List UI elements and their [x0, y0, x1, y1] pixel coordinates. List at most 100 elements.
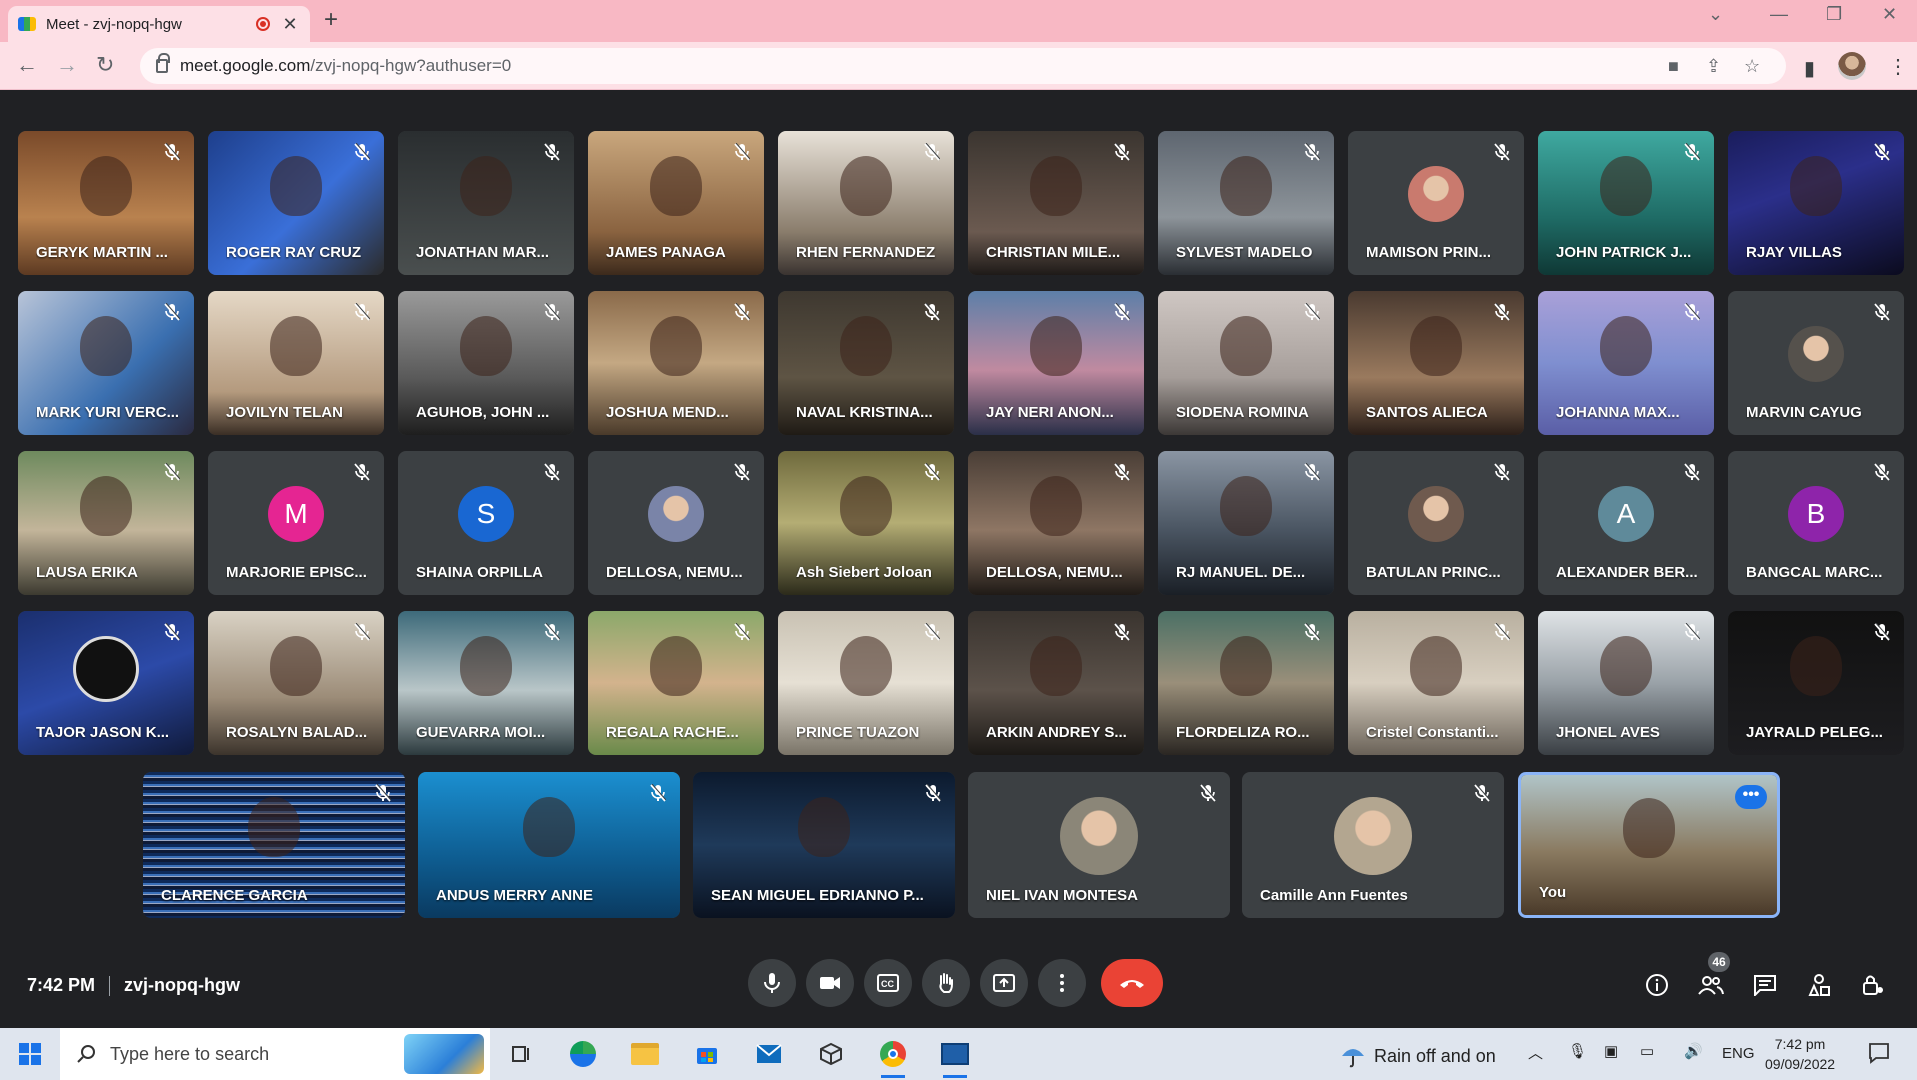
- close-tab-icon[interactable]: ✕: [280, 14, 300, 35]
- weather-widget[interactable]: Rain off and on: [1340, 1044, 1496, 1068]
- participant-tile[interactable]: ROSALYN BALAD...: [208, 611, 384, 755]
- participant-tile[interactable]: MARK YURI VERC...: [18, 291, 194, 435]
- edge-icon[interactable]: [567, 1038, 599, 1070]
- participant-tile[interactable]: NAVAL KRISTINA...: [778, 291, 954, 435]
- people-button[interactable]: [1697, 971, 1725, 999]
- taskbar-search-box[interactable]: Type here to search: [60, 1028, 490, 1080]
- participant-tile[interactable]: GUEVARRA MOI...: [398, 611, 574, 755]
- volume-icon[interactable]: 🔊: [1684, 1042, 1703, 1060]
- participant-tile[interactable]: A ALEXANDER BER...: [1538, 451, 1714, 595]
- participant-tile[interactable]: MARVIN CAYUG: [1728, 291, 1904, 435]
- participant-tile[interactable]: Ash Siebert Joloan: [778, 451, 954, 595]
- participant-tile[interactable]: DELLOSA, NEMU...: [588, 451, 764, 595]
- profile-avatar[interactable]: [1838, 52, 1866, 80]
- microphone-button[interactable]: [748, 959, 796, 1007]
- participant-tile[interactable]: JOHANNA MAX...: [1538, 291, 1714, 435]
- side-panel-icon[interactable]: ▮: [1804, 56, 1815, 81]
- taskbar-clock[interactable]: 7:42 pm 09/09/2022: [1765, 1034, 1835, 1074]
- participant-tile[interactable]: DELLOSA, NEMU...: [968, 451, 1144, 595]
- participant-tile[interactable]: JHONEL AVES: [1538, 611, 1714, 755]
- mail-icon[interactable]: [753, 1038, 785, 1070]
- browser-tab[interactable]: Meet - zvj-nopq-hgw ✕: [8, 6, 310, 42]
- participant-tile[interactable]: PRINCE TUAZON: [778, 611, 954, 755]
- participant-tile[interactable]: JOHN PATRICK J...: [1538, 131, 1714, 275]
- participant-tile[interactable]: CLARENCE GARCIA: [143, 772, 405, 918]
- muted-mic-icon: [924, 302, 941, 321]
- participant-tile[interactable]: ANDUS MERRY ANNE: [418, 772, 680, 918]
- participant-tile[interactable]: Cristel Constanti...: [1348, 611, 1524, 755]
- show-hidden-icons-chevron-icon[interactable]: ︿: [1528, 1042, 1543, 1063]
- close-window-button[interactable]: ✕: [1882, 4, 1897, 25]
- participant-tile[interactable]: SIODENA ROMINA: [1158, 291, 1334, 435]
- participant-tile[interactable]: REGALA RACHE...: [588, 611, 764, 755]
- host-controls-button[interactable]: [1859, 971, 1887, 999]
- participant-tile[interactable]: JAY NERI ANON...: [968, 291, 1144, 435]
- activities-button[interactable]: [1805, 971, 1833, 999]
- participant-name: BANGCAL MARC...: [1746, 564, 1883, 581]
- back-button[interactable]: ←: [16, 52, 38, 78]
- network-icon[interactable]: ▣: [1604, 1042, 1618, 1060]
- chat-button[interactable]: [1751, 971, 1779, 999]
- task-view-icon[interactable]: [505, 1038, 537, 1070]
- file-explorer-icon[interactable]: [629, 1038, 661, 1070]
- participant-tile[interactable]: M MARJORIE EPISC...: [208, 451, 384, 595]
- participant-tile[interactable]: JONATHAN MAR...: [398, 131, 574, 275]
- camera-in-use-icon[interactable]: ■: [1668, 56, 1679, 77]
- search-highlight-icon[interactable]: [404, 1034, 484, 1074]
- bookmark-star-icon[interactable]: ☆: [1744, 56, 1760, 77]
- new-tab-button[interactable]: +: [324, 6, 338, 34]
- participant-tile[interactable]: SYLVEST MADELO: [1158, 131, 1334, 275]
- participant-tile[interactable]: BATULAN PRINC...: [1348, 451, 1524, 595]
- participant-tile[interactable]: SEAN MIGUEL EDRIANNO P...: [693, 772, 955, 918]
- restore-button[interactable]: ❐: [1826, 4, 1842, 25]
- language-indicator[interactable]: ENG: [1722, 1045, 1755, 1062]
- participant-tile[interactable]: NIEL IVAN MONTESA: [968, 772, 1230, 918]
- participant-tile[interactable]: LAUSA ERIKA: [18, 451, 194, 595]
- participant-tile[interactable]: Camille Ann Fuentes: [1242, 772, 1504, 918]
- address-bar[interactable]: meet.google.com /zvj-nopq-hgw?authuser=0…: [140, 48, 1786, 84]
- share-icon[interactable]: ⇪: [1706, 56, 1721, 77]
- battery-icon[interactable]: ▭: [1640, 1042, 1654, 1060]
- participant-tile[interactable]: CHRISTIAN MILE...: [968, 131, 1144, 275]
- browser-menu-icon[interactable]: ⋮: [1888, 54, 1908, 79]
- participant-tile[interactable]: GERYK MARTIN ...: [18, 131, 194, 275]
- captions-button[interactable]: CC: [864, 959, 912, 1007]
- participant-tile[interactable]: TAJOR JASON K...: [18, 611, 194, 755]
- participant-tile[interactable]: MAMISON PRIN...: [1348, 131, 1524, 275]
- tab-search-chevron-icon[interactable]: ⌄: [1708, 4, 1723, 25]
- participant-tile[interactable]: ROGER RAY CRUZ: [208, 131, 384, 275]
- raise-hand-button[interactable]: [922, 959, 970, 1007]
- screen-app-icon[interactable]: [939, 1038, 971, 1078]
- leave-call-button[interactable]: [1101, 959, 1163, 1007]
- microphone-tray-icon[interactable]: 🎙: [1568, 1042, 1587, 1060]
- participant-tile[interactable]: JAMES PANAGA: [588, 131, 764, 275]
- self-tile-options-button[interactable]: •••: [1735, 785, 1767, 809]
- participant-tile[interactable]: SANTOS ALIECA: [1348, 291, 1524, 435]
- participant-tile[interactable]: B BANGCAL MARC...: [1728, 451, 1904, 595]
- reload-button[interactable]: ↻: [96, 52, 114, 78]
- participant-tile[interactable]: FLORDELIZA RO...: [1158, 611, 1334, 755]
- participant-tile[interactable]: JAYRALD PELEG...: [1728, 611, 1904, 755]
- forward-button[interactable]: →: [56, 52, 78, 78]
- participant-tile[interactable]: RHEN FERNANDEZ: [778, 131, 954, 275]
- participant-tile[interactable]: JOSHUA MEND...: [588, 291, 764, 435]
- notifications-icon[interactable]: [1868, 1042, 1890, 1064]
- app-cube-icon[interactable]: [815, 1038, 847, 1070]
- participant-tile[interactable]: RJ MANUEL. DE...: [1158, 451, 1334, 595]
- present-screen-button[interactable]: [980, 959, 1028, 1007]
- camera-button[interactable]: [806, 959, 854, 1007]
- participant-tile[interactable]: JOVILYN TELAN: [208, 291, 384, 435]
- participant-tile[interactable]: AGUHOB, JOHN ...: [398, 291, 574, 435]
- participant-tile[interactable]: RJAY VILLAS: [1728, 131, 1904, 275]
- meeting-details-button[interactable]: [1643, 971, 1671, 999]
- windows-start-icon[interactable]: [18, 1042, 42, 1066]
- self-video-tile[interactable]: ••• You: [1518, 772, 1780, 918]
- participant-name: JAY NERI ANON...: [986, 404, 1114, 421]
- participant-tile[interactable]: S SHAINA ORPILLA: [398, 451, 574, 595]
- participant-tile[interactable]: ARKIN ANDREY S...: [968, 611, 1144, 755]
- chrome-icon[interactable]: [877, 1038, 909, 1078]
- more-options-button[interactable]: [1038, 959, 1086, 1007]
- microsoft-store-icon[interactable]: [691, 1038, 723, 1070]
- minimize-button[interactable]: —: [1770, 4, 1788, 25]
- participant-name: SANTOS ALIECA: [1366, 404, 1488, 421]
